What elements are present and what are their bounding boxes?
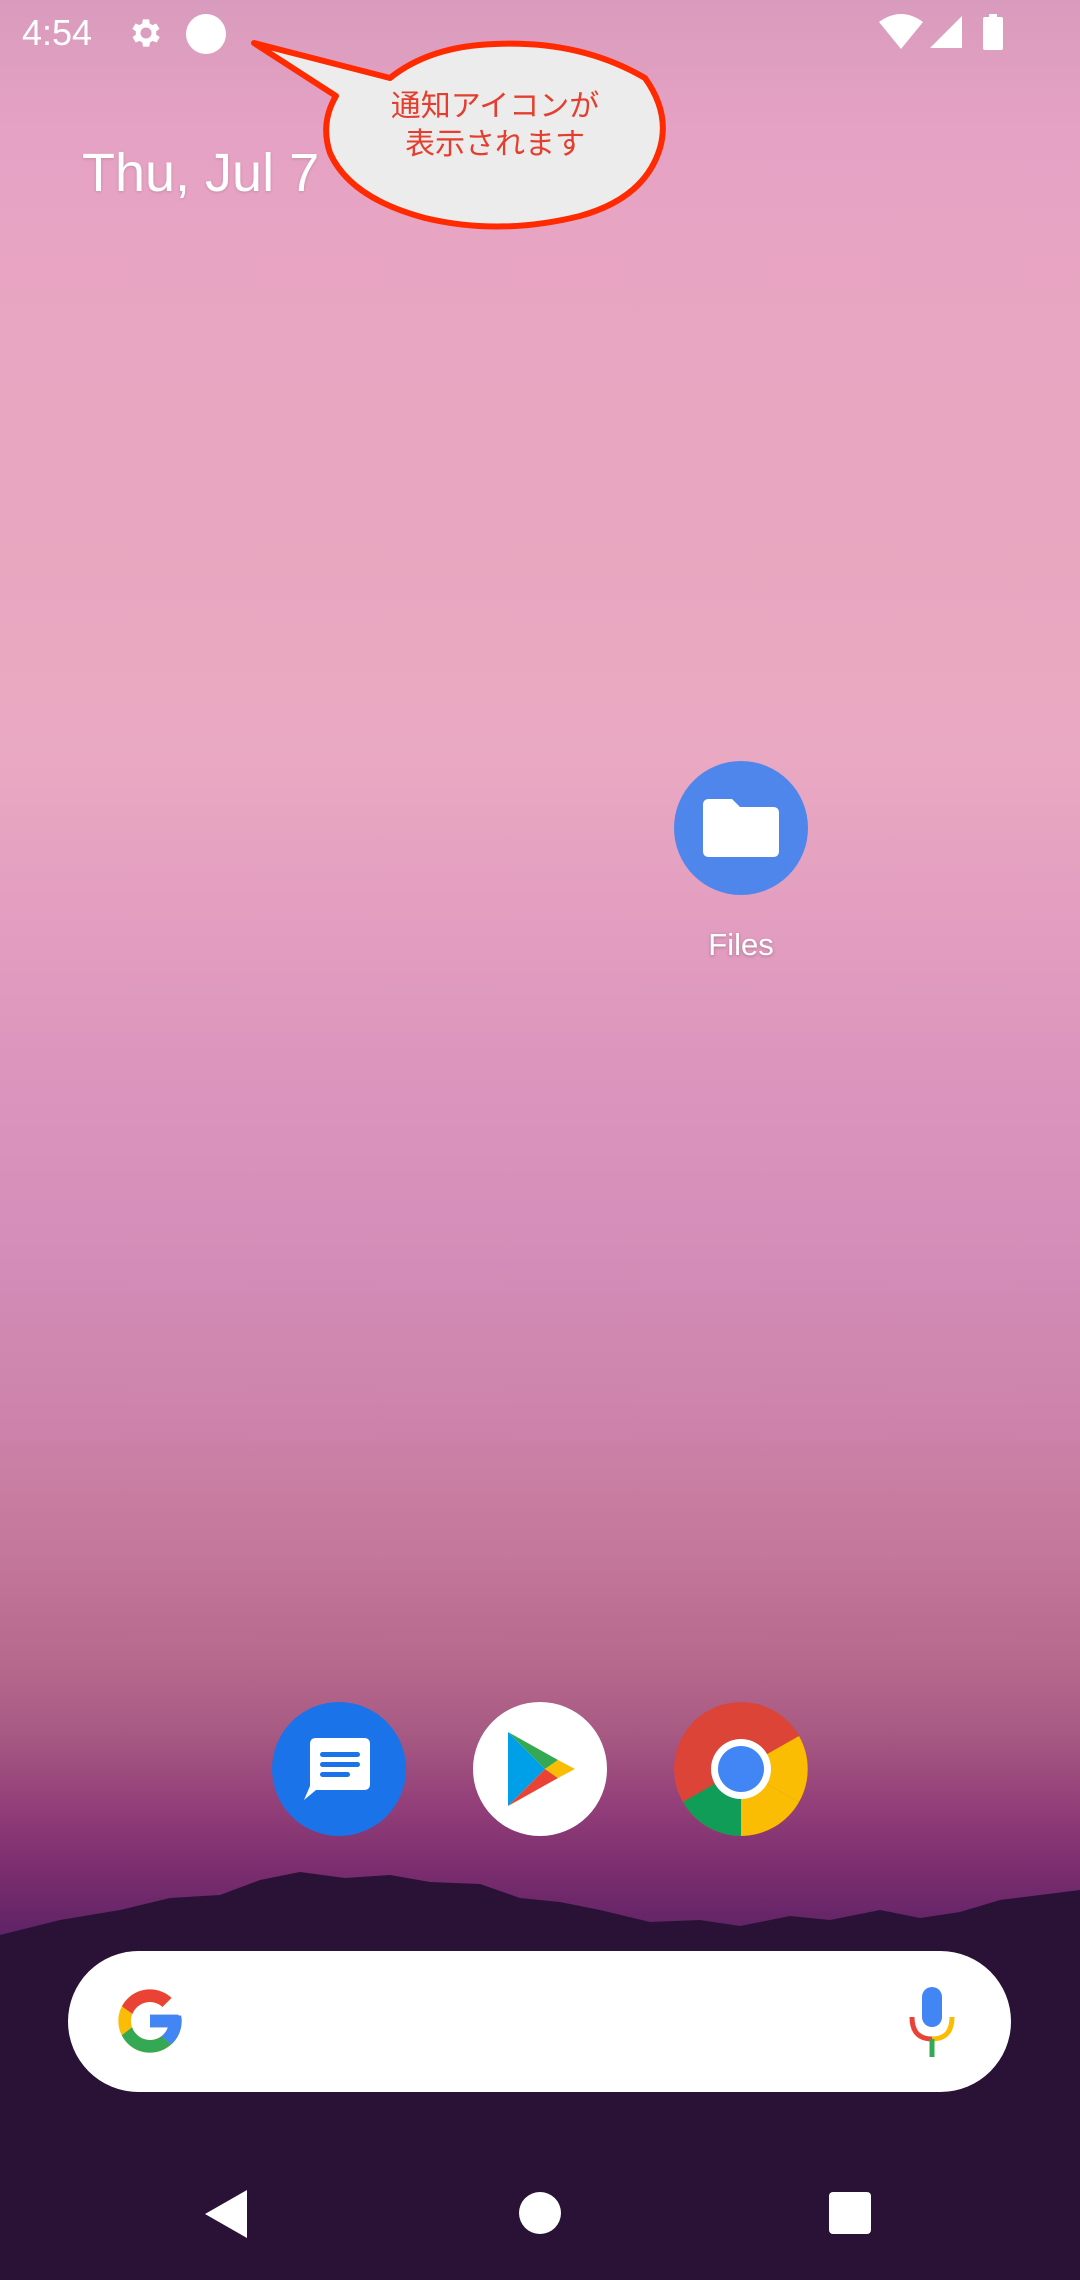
app-label-files: Files <box>708 927 774 962</box>
dock-play-store[interactable] <box>473 1702 607 1836</box>
chrome-icon <box>674 1702 808 1836</box>
annotation-text: 通知アイコンが 表示されます <box>330 88 660 164</box>
microphone-icon[interactable] <box>906 1985 958 2061</box>
wifi-icon <box>879 14 923 49</box>
recents-icon[interactable] <box>829 2192 871 2234</box>
date-widget[interactable]: Thu, Jul 7 <box>82 142 319 204</box>
google-g-icon <box>118 1989 182 2053</box>
files-folder-icon <box>674 761 808 895</box>
messages-icon <box>272 1702 406 1836</box>
status-time: 4:54 <box>22 12 93 53</box>
cell-signal-icon <box>930 16 962 48</box>
google-search-bar[interactable] <box>68 1951 1011 2092</box>
dock-messages[interactable] <box>272 1702 406 1836</box>
annotation-line-2: 表示されます <box>405 128 585 161</box>
annotation-line-1: 通知アイコンが <box>390 90 600 123</box>
navigation-bar <box>0 2160 1080 2280</box>
back-icon[interactable] <box>203 2188 249 2240</box>
settings-gear-icon <box>132 19 160 47</box>
dock-chrome[interactable] <box>674 1702 808 1836</box>
battery-icon <box>983 14 1003 50</box>
app-files[interactable]: Files <box>641 761 841 971</box>
notification-dot-icon <box>186 14 226 54</box>
home-icon[interactable] <box>519 2192 561 2234</box>
play-store-icon <box>473 1702 607 1836</box>
